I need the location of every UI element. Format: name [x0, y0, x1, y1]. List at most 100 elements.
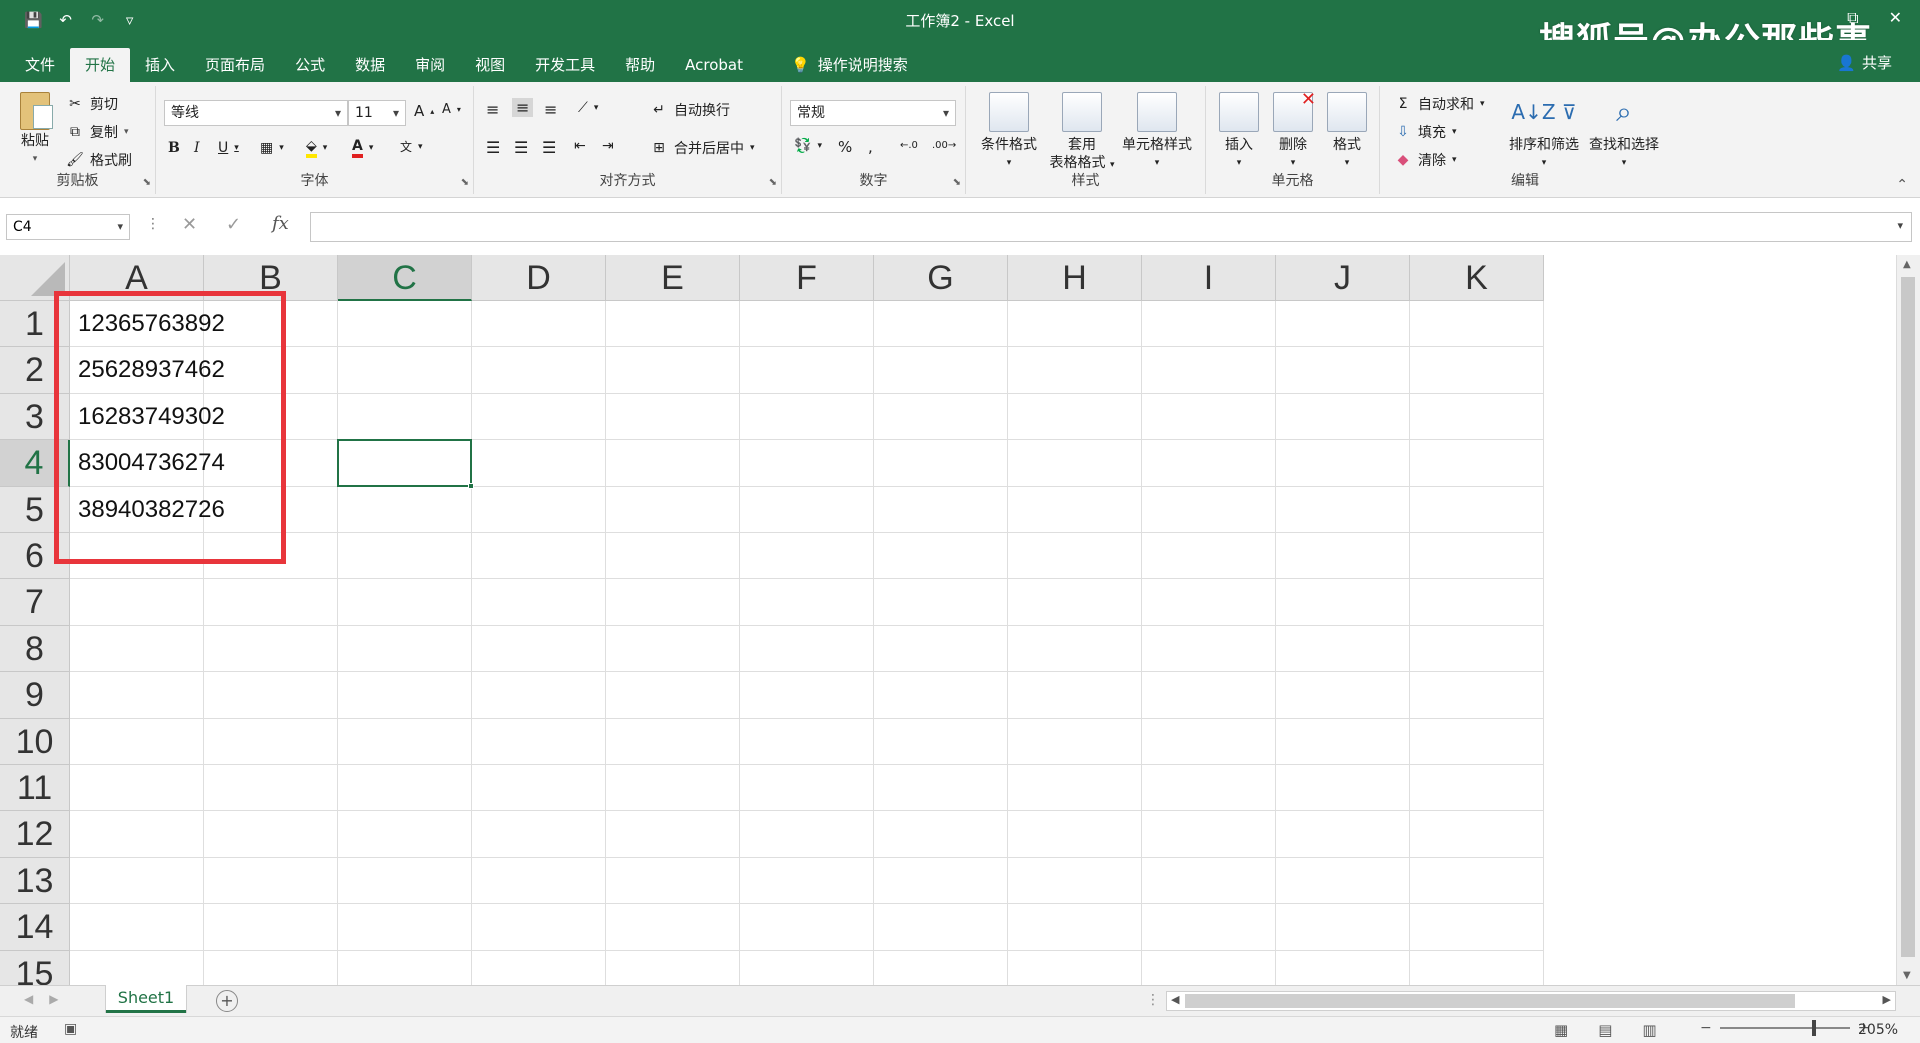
- align-middle-icon[interactable]: ≡: [512, 98, 534, 117]
- sort-filter-button[interactable]: A↓Z ⊽ 排序和筛选 ▾: [1504, 92, 1584, 172]
- row-header-13[interactable]: 13: [0, 857, 70, 905]
- cell-i10[interactable]: [1142, 718, 1276, 765]
- cell-f11[interactable]: [740, 765, 874, 812]
- cell-i8[interactable]: [1142, 625, 1276, 673]
- align-left-icon[interactable]: ☰: [486, 138, 500, 157]
- zoom-slider[interactable]: − +: [1700, 1020, 1869, 1036]
- cell-e7[interactable]: [606, 579, 740, 626]
- cell-f10[interactable]: [740, 718, 874, 765]
- bold-icon[interactable]: B: [168, 140, 180, 156]
- cell-g4[interactable]: [874, 440, 1008, 487]
- column-header-h[interactable]: H: [1008, 255, 1142, 301]
- cell-k11[interactable]: [1410, 765, 1544, 812]
- cell-e8[interactable]: [606, 625, 740, 673]
- cell-j6[interactable]: [1276, 533, 1410, 580]
- enter-icon[interactable]: ✓: [226, 214, 241, 235]
- autosum-button[interactable]: Σ 自动求和 ▾: [1394, 94, 1485, 114]
- cell-d6[interactable]: [472, 533, 606, 580]
- format-painter-button[interactable]: 🖌 格式刷: [66, 150, 132, 170]
- tab-5[interactable]: 数据: [340, 48, 400, 82]
- tab-0[interactable]: 文件: [10, 48, 70, 82]
- row-header-14[interactable]: 14: [0, 904, 70, 951]
- align-top-icon[interactable]: ≡: [486, 100, 499, 119]
- cell-g5[interactable]: [874, 486, 1008, 533]
- cut-button[interactable]: ✂ 剪切: [66, 94, 118, 114]
- format-as-table-button[interactable]: 套用 表格格式 ▾: [1044, 92, 1120, 174]
- cell-j3[interactable]: [1276, 393, 1410, 441]
- vertical-scroll-thumb[interactable]: [1901, 277, 1915, 957]
- dialog-launcher-icon[interactable]: ⬊: [461, 177, 469, 188]
- cell-f8[interactable]: [740, 625, 874, 673]
- cell-b13[interactable]: [204, 857, 338, 905]
- cell-c3[interactable]: [338, 393, 472, 441]
- cell-a7[interactable]: [70, 579, 204, 626]
- cell-h10[interactable]: [1008, 718, 1142, 765]
- cell-e5[interactable]: [606, 486, 740, 533]
- tab-8[interactable]: 开发工具: [520, 48, 610, 82]
- cell-b8[interactable]: [204, 625, 338, 673]
- horizontal-scrollbar[interactable]: ◀ ▶: [1166, 991, 1896, 1011]
- cell-c12[interactable]: [338, 811, 472, 858]
- cell-g15[interactable]: [874, 950, 1008, 985]
- cell-j12[interactable]: [1276, 811, 1410, 858]
- scroll-down-icon[interactable]: ▼: [1903, 970, 1911, 981]
- cell-e6[interactable]: [606, 533, 740, 580]
- cell-h8[interactable]: [1008, 625, 1142, 673]
- column-header-g[interactable]: G: [874, 255, 1008, 301]
- cell-g2[interactable]: [874, 347, 1008, 394]
- dialog-launcher-icon[interactable]: ⬊: [769, 177, 777, 188]
- cell-j13[interactable]: [1276, 857, 1410, 905]
- cell-a15[interactable]: [70, 950, 204, 985]
- comma-icon[interactable]: ,: [868, 138, 873, 156]
- cell-h2[interactable]: [1008, 347, 1142, 394]
- cell-g10[interactable]: [874, 718, 1008, 765]
- cell-j11[interactable]: [1276, 765, 1410, 812]
- row-header-11[interactable]: 11: [0, 765, 70, 812]
- cell-i15[interactable]: [1142, 950, 1276, 985]
- cell-h11[interactable]: [1008, 765, 1142, 812]
- align-bottom-icon[interactable]: ≡: [544, 100, 557, 119]
- cell-g11[interactable]: [874, 765, 1008, 812]
- align-center-icon[interactable]: ☰: [514, 138, 528, 157]
- italic-icon[interactable]: I: [194, 140, 200, 156]
- paste-button[interactable]: 粘贴 ▾: [12, 92, 58, 168]
- cell-g3[interactable]: [874, 393, 1008, 441]
- cell-g13[interactable]: [874, 857, 1008, 905]
- cell-f7[interactable]: [740, 579, 874, 626]
- cell-b15[interactable]: [204, 950, 338, 985]
- decrease-font-icon[interactable]: A ▾: [442, 102, 461, 117]
- cell-h15[interactable]: [1008, 950, 1142, 985]
- cell-i5[interactable]: [1142, 486, 1276, 533]
- cell-c1[interactable]: [338, 301, 472, 348]
- cell-j8[interactable]: [1276, 625, 1410, 673]
- horizontal-scroll-thumb[interactable]: [1185, 994, 1795, 1008]
- merge-center-button[interactable]: ⊞ 合并后居中 ▾: [650, 138, 754, 158]
- cell-f15[interactable]: [740, 950, 874, 985]
- cell-a9[interactable]: [70, 672, 204, 719]
- cell-f1[interactable]: [740, 301, 874, 348]
- cell-j2[interactable]: [1276, 347, 1410, 394]
- clear-button[interactable]: ◆ 清除 ▾: [1394, 150, 1457, 170]
- delete-cells-button[interactable]: ✕ 删除 ▾: [1266, 91, 1320, 172]
- cell-f2[interactable]: [740, 347, 874, 394]
- cell-e13[interactable]: [606, 857, 740, 905]
- cell-e10[interactable]: [606, 718, 740, 765]
- cell-h13[interactable]: [1008, 857, 1142, 905]
- vertical-scrollbar[interactable]: ▲ ▼: [1896, 255, 1920, 985]
- collapse-ribbon-icon[interactable]: ⌃: [1896, 177, 1908, 193]
- cell-j5[interactable]: [1276, 486, 1410, 533]
- accounting-icon[interactable]: 💱 ▾: [794, 138, 822, 154]
- insert-cells-button[interactable]: 插入 ▾: [1212, 92, 1266, 172]
- column-header-f[interactable]: F: [740, 255, 874, 301]
- column-header-k[interactable]: K: [1410, 255, 1544, 301]
- cell-d8[interactable]: [472, 625, 606, 673]
- tell-me-search[interactable]: 💡 操作说明搜索: [776, 48, 923, 82]
- cell-c5[interactable]: [338, 486, 472, 533]
- zoom-track[interactable]: [1719, 1020, 1850, 1036]
- cell-k9[interactable]: [1410, 672, 1544, 719]
- underline-icon[interactable]: U ▾: [218, 140, 239, 156]
- cell-a8[interactable]: [70, 625, 204, 673]
- tab-4[interactable]: 公式: [280, 48, 340, 82]
- cell-h1[interactable]: [1008, 301, 1142, 348]
- cell-g14[interactable]: [874, 904, 1008, 951]
